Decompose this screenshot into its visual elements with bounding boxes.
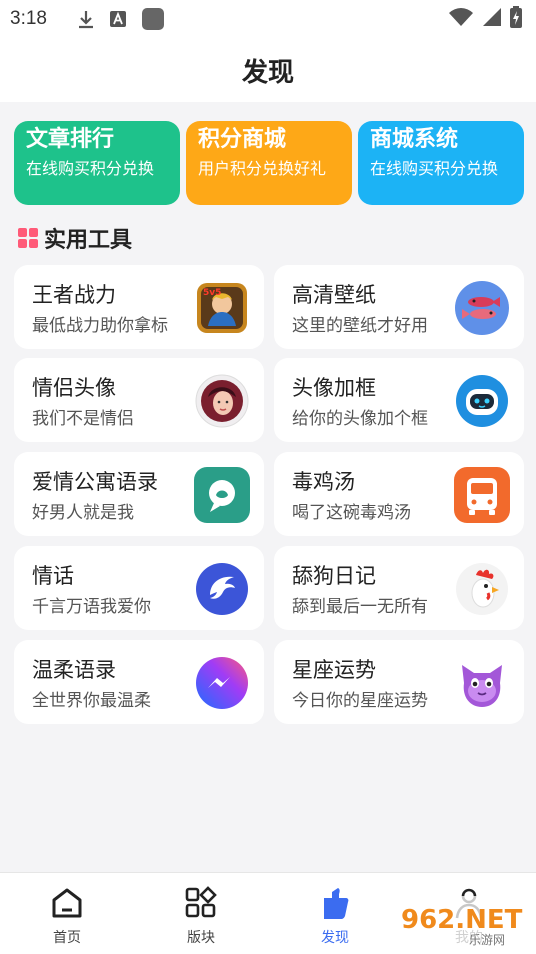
tool-title: 星座运势: [292, 658, 376, 682]
category-subtitle: 用户积分兑换好礼: [198, 159, 327, 178]
watermark-subtext: 乐游网: [469, 933, 505, 947]
svg-text:5v5: 5v5: [203, 288, 221, 298]
app-square-icon: [141, 7, 165, 31]
page-header: 发现: [0, 38, 536, 102]
avatar-girl-icon: [194, 373, 250, 429]
tool-title: 舔狗日记: [292, 564, 376, 588]
tool-subtitle: 舔到最后一无所有: [292, 597, 428, 617]
tool-card-simp-diary[interactable]: 舔狗日记 舔到最后一无所有: [274, 546, 524, 630]
page-title: 发现: [241, 57, 294, 88]
tool-title: 温柔语录: [32, 658, 116, 682]
watermark-text: 962.NET: [401, 905, 523, 935]
tool-title: 王者战力: [32, 283, 116, 307]
category-card-articles[interactable]: 文章排行 在线购买积分兑换: [14, 121, 180, 205]
status-bar: 3:18: [0, 0, 536, 38]
discover-icon: [295, 885, 375, 921]
tool-title: 高清壁纸: [292, 283, 376, 307]
battery-icon: [510, 6, 522, 32]
tool-card-wallpaper[interactable]: 高清壁纸 这里的壁纸才好用: [274, 265, 524, 349]
tab-blocks[interactable]: 版块: [161, 885, 241, 947]
category-subtitle: 在线购买积分兑换: [26, 159, 155, 178]
tool-card-poison-soup[interactable]: 毒鸡汤 喝了这碗毒鸡汤: [274, 452, 524, 536]
category-row: 文章排行 在线购买积分兑换 积分商城 用户积分兑换好礼 商城系统 在线购买积分兑…: [14, 121, 524, 205]
tab-home[interactable]: 首页: [27, 885, 107, 947]
status-time: 3:18: [10, 8, 47, 29]
tool-subtitle: 喝了这碗毒鸡汤: [292, 503, 411, 523]
home-icon: [27, 885, 107, 921]
fish-icon: [454, 280, 510, 336]
dolphin-icon: [194, 561, 250, 617]
tool-card-king-power[interactable]: 王者战力 最低战力助你拿标 5v5: [14, 265, 264, 349]
category-title: 文章排行: [26, 127, 115, 152]
tool-card-gentle-quotes[interactable]: 温柔语录 全世界你最温柔: [14, 640, 264, 724]
tool-subtitle: 好男人就是我: [32, 503, 134, 523]
tool-subtitle: 今日你的星座运势: [292, 691, 428, 711]
tool-title: 情话: [32, 564, 74, 588]
tool-subtitle: 我们不是情侣: [32, 409, 134, 429]
tool-subtitle: 最低战力助你拿标: [32, 316, 168, 336]
category-title: 商城系统: [370, 127, 459, 152]
category-card-points-mall[interactable]: 积分商城 用户积分兑换好礼: [186, 121, 352, 205]
robot-icon: [454, 373, 510, 429]
watermark-logo: 962.NET 乐游网: [395, 884, 531, 948]
section-header: 实用工具: [18, 222, 132, 254]
tool-card-horoscope[interactable]: 星座运势 今日你的星座运势: [274, 640, 524, 724]
grid-icon: [18, 228, 38, 248]
tab-discover[interactable]: 发现: [295, 885, 375, 947]
section-title: 实用工具: [44, 228, 133, 253]
keyboard-a-icon: [109, 10, 127, 28]
tab-label: 版块: [187, 930, 215, 946]
category-title: 积分商城: [198, 127, 287, 152]
chat-bubble-icon: [194, 467, 250, 523]
tool-card-couple-avatar[interactable]: 情侣头像 我们不是情侣: [14, 358, 264, 442]
tool-card-love-words[interactable]: 情话 千言万语我爱你: [14, 546, 264, 630]
wifi-icon: [448, 7, 474, 31]
blocks-icon: [161, 885, 241, 921]
game-hero-icon: 5v5: [194, 280, 250, 336]
download-icon: [77, 9, 95, 29]
tab-label: 发现: [321, 930, 349, 946]
tool-title: 头像加框: [292, 376, 376, 400]
tool-title: 爱情公寓语录: [32, 470, 158, 494]
tool-subtitle: 给你的头像加个框: [292, 409, 428, 429]
signal-icon: [482, 7, 502, 31]
messenger-icon: [194, 655, 250, 711]
tab-label: 首页: [53, 930, 81, 946]
rooster-icon: [454, 561, 510, 617]
tool-title: 情侣头像: [32, 376, 116, 400]
tool-subtitle: 这里的壁纸才好用: [292, 316, 428, 336]
bus-icon: [454, 467, 510, 523]
tool-card-avatar-frame[interactable]: 头像加框 给你的头像加个框: [274, 358, 524, 442]
category-subtitle: 在线购买积分兑换: [370, 159, 499, 178]
purple-cat-icon: [454, 655, 510, 711]
tool-subtitle: 千言万语我爱你: [32, 597, 151, 617]
tool-subtitle: 全世界你最温柔: [32, 691, 151, 711]
tool-title: 毒鸡汤: [292, 470, 355, 494]
category-card-mall-system[interactable]: 商城系统 在线购买积分兑换: [358, 121, 524, 205]
tool-card-ipartment-quotes[interactable]: 爱情公寓语录 好男人就是我: [14, 452, 264, 536]
